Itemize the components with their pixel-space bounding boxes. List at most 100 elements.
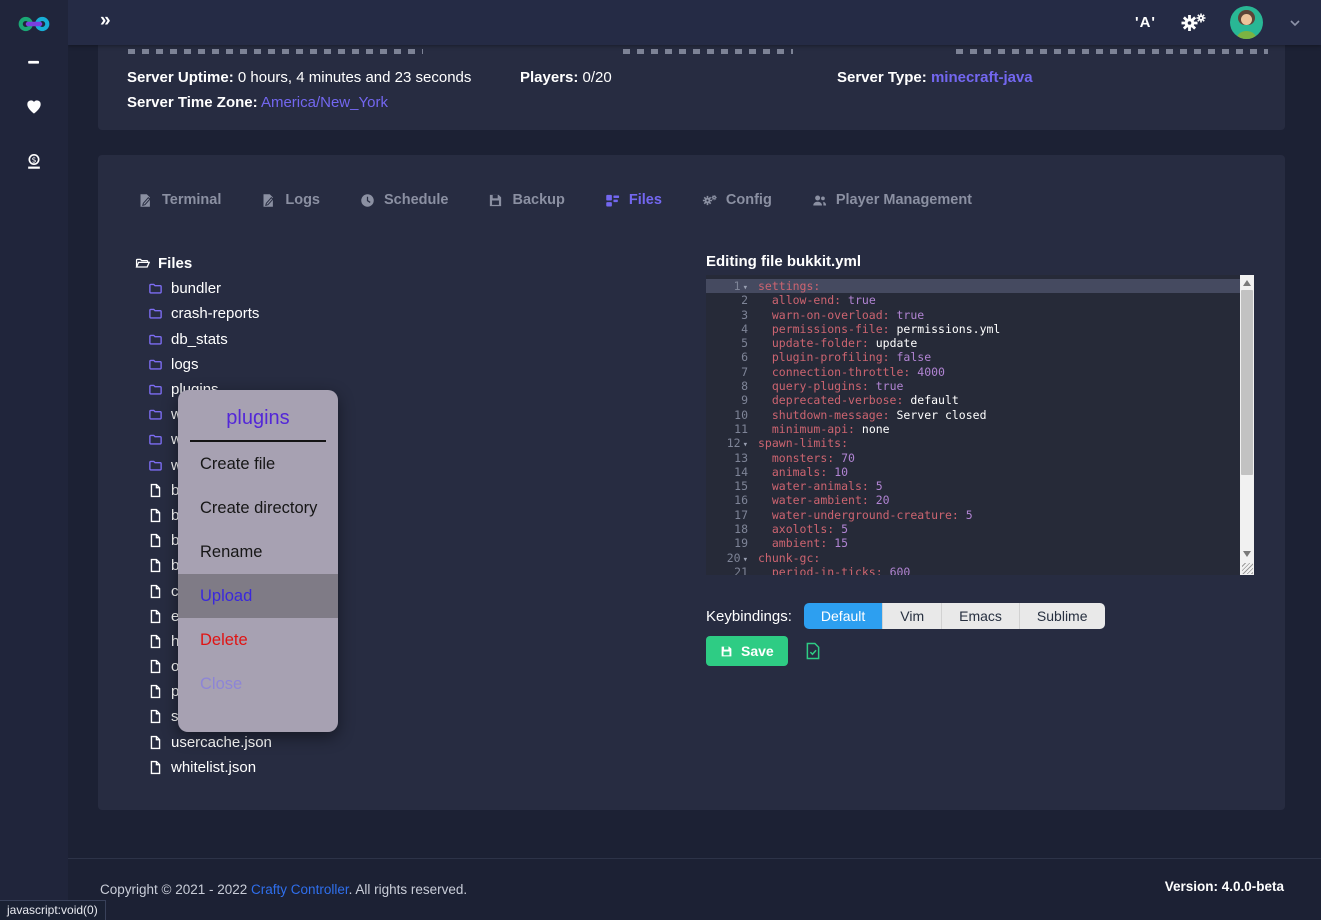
line-number: 4 xyxy=(706,322,750,336)
code-line: 2 allow-end: true xyxy=(706,293,1240,307)
resize-grip-icon[interactable] xyxy=(1242,563,1253,574)
keybindings-row: Keybindings: DefaultVimEmacsSublime xyxy=(706,603,1105,629)
language-icon[interactable]: 'A' xyxy=(1135,14,1156,31)
keybinding-emacs[interactable]: Emacs xyxy=(941,603,1019,629)
code-line: 19 ambient: 15 xyxy=(706,536,1240,550)
players-count: Players: 0/20 xyxy=(520,69,612,86)
clipped-text-row xyxy=(623,49,793,54)
save-button[interactable]: Save xyxy=(706,636,788,666)
code-line: 11 minimum-api: none xyxy=(706,422,1240,436)
file-check-icon[interactable] xyxy=(804,642,822,660)
line-number: 6 xyxy=(706,350,750,364)
server-type-label: Server Type: xyxy=(837,69,927,86)
tab-player-management[interactable]: Player Management xyxy=(812,192,972,208)
file-tree-root-label: Files xyxy=(158,255,192,272)
tab-label: Schedule xyxy=(384,192,448,208)
line-number: 7 xyxy=(706,365,750,379)
code-text: spawn-limits: xyxy=(750,436,848,450)
file-icon xyxy=(148,760,163,775)
editor-scrollbar[interactable] xyxy=(1240,275,1254,575)
status-bar-tooltip: javascript:void(0) xyxy=(0,900,106,920)
keybinding-sublime[interactable]: Sublime xyxy=(1019,603,1105,629)
folder-icon xyxy=(148,332,163,347)
crafty-logo-icon[interactable] xyxy=(17,13,51,35)
scrollbar-thumb[interactable] xyxy=(1241,290,1253,475)
file-tree-item[interactable]: usercache.json xyxy=(148,730,272,755)
file-tree-item[interactable]: logs xyxy=(148,352,272,377)
file-tree-item[interactable]: crash-reports xyxy=(148,301,272,326)
file-tree-item-label: usercache.json xyxy=(171,734,272,751)
server-uptime-value: 0 hours, 4 minutes and 23 seconds xyxy=(238,69,471,86)
tab-config[interactable]: Config xyxy=(702,192,772,208)
user-avatar[interactable] xyxy=(1230,6,1263,39)
file-tree-item[interactable]: db_stats xyxy=(148,327,272,352)
fold-arrow-icon[interactable]: ▾ xyxy=(741,440,748,450)
code-text: shutdown-message: Server closed xyxy=(750,408,987,422)
file-tree-root[interactable]: Files xyxy=(135,251,272,276)
file-icon xyxy=(148,483,163,498)
tab-schedule[interactable]: Schedule xyxy=(360,192,448,208)
context-menu-item-delete[interactable]: Delete xyxy=(178,618,338,662)
tree-icon xyxy=(605,193,620,208)
code-editor[interactable]: 1▾settings:2 allow-end: true3 warn-on-ov… xyxy=(706,275,1254,575)
context-menu-item-create-directory[interactable]: Create directory xyxy=(178,486,338,530)
file-tree-item-label: whitelist.json xyxy=(171,759,256,776)
heart-icon[interactable] xyxy=(24,96,44,116)
file-icon xyxy=(148,533,163,548)
code-text: settings: xyxy=(750,279,820,293)
context-menu-item-upload[interactable]: Upload xyxy=(178,574,338,618)
context-menu-item-rename[interactable]: Rename xyxy=(178,530,338,574)
svg-text:$: $ xyxy=(32,156,37,165)
code-line: 6 plugin-profiling: false xyxy=(706,350,1240,364)
context-menu-item-close[interactable]: Close xyxy=(178,662,338,706)
keybinding-vim[interactable]: Vim xyxy=(882,603,941,629)
dashboard-icon[interactable] xyxy=(24,50,44,70)
code-line: 1▾settings: xyxy=(706,279,1240,293)
server-timezone: Server Time Zone: America/New_York xyxy=(127,94,388,111)
keybinding-default[interactable]: Default xyxy=(804,603,882,629)
server-uptime: Server Uptime: 0 hours, 4 minutes and 23… xyxy=(127,69,471,86)
tab-logs[interactable]: Logs xyxy=(261,192,320,208)
fold-arrow-icon[interactable]: ▾ xyxy=(741,283,748,293)
code-line: 4 permissions-file: permissions.yml xyxy=(706,322,1240,336)
file-tree-item-label: db_stats xyxy=(171,331,228,348)
navbar-right-cluster: 'A' xyxy=(1135,0,1303,45)
code-text: connection-throttle: 4000 xyxy=(750,365,945,379)
file-icon xyxy=(148,634,163,649)
tab-backup[interactable]: Backup xyxy=(488,192,564,208)
floppy-icon xyxy=(488,193,503,208)
scroll-down-arrow-icon[interactable] xyxy=(1243,551,1251,557)
settings-gears-icon[interactable] xyxy=(1180,12,1206,34)
sidebar-collapse-button[interactable]: » xyxy=(100,10,111,32)
line-number: 8 xyxy=(706,379,750,393)
code-lines: 1▾settings:2 allow-end: true3 warn-on-ov… xyxy=(706,279,1240,575)
code-text: update-folder: update xyxy=(750,336,917,350)
file-tree-item[interactable]: bundler xyxy=(148,276,272,301)
line-number: 18 xyxy=(706,522,750,536)
chevron-down-icon[interactable] xyxy=(1287,15,1303,31)
tab-terminal[interactable]: Terminal xyxy=(138,192,221,208)
line-number: 11 xyxy=(706,422,750,436)
code-line: 9 deprecated-verbose: default xyxy=(706,393,1240,407)
code-line: 15 water-animals: 5 xyxy=(706,479,1240,493)
file-tree-item-label: logs xyxy=(171,356,199,373)
tab-label: Logs xyxy=(285,192,320,208)
server-type-value: minecraft-java xyxy=(931,69,1033,86)
server-timezone-value[interactable]: America/New_York xyxy=(261,94,388,111)
code-line: 7 connection-throttle: 4000 xyxy=(706,365,1240,379)
copyright-prefix: Copyright © 2021 - 2022 xyxy=(100,882,251,897)
code-line: 10 shutdown-message: Server closed xyxy=(706,408,1240,422)
code-text: permissions-file: permissions.yml xyxy=(750,322,1000,336)
crafty-controller-link[interactable]: Crafty Controller xyxy=(251,882,349,897)
line-number: 21 xyxy=(706,565,750,575)
code-text: water-underground-creature: 5 xyxy=(750,508,973,522)
copyright-suffix: . All rights reserved. xyxy=(349,882,468,897)
file-tree-item[interactable]: whitelist.json xyxy=(148,755,272,780)
tab-label: Files xyxy=(629,192,662,208)
donate-icon[interactable]: $ xyxy=(24,152,44,172)
fold-arrow-icon[interactable]: ▾ xyxy=(741,555,748,565)
tab-files[interactable]: Files xyxy=(605,192,662,208)
file-icon xyxy=(148,659,163,674)
context-menu-item-create-file[interactable]: Create file xyxy=(178,442,338,486)
scroll-up-arrow-icon[interactable] xyxy=(1243,280,1251,286)
